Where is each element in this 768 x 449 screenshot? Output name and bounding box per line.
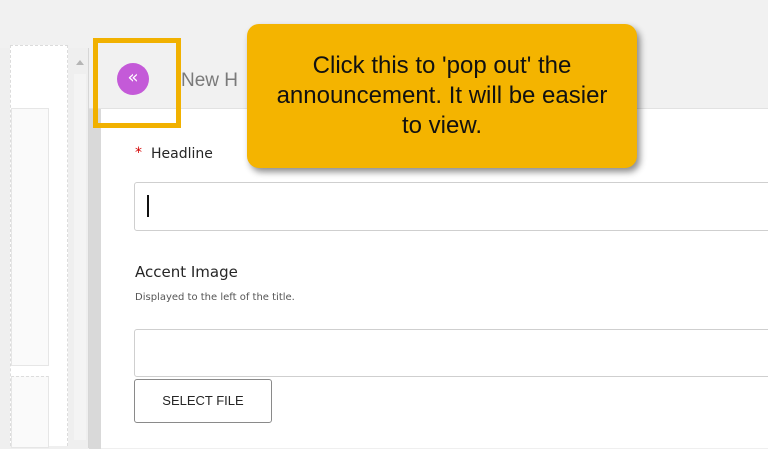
dialog-title: New H (181, 70, 239, 91)
accent-image-file-field[interactable] (134, 329, 768, 377)
instruction-callout: Click this to 'pop out' the announcement… (247, 24, 637, 168)
select-file-button[interactable]: SELECT FILE (134, 379, 272, 423)
left-panel (10, 45, 68, 448)
accent-image-help: Displayed to the left of the title. (135, 292, 295, 303)
left-panel-box (11, 376, 49, 448)
dialog-side-gutter (89, 109, 101, 449)
callout-text: Click this to 'pop out' the announcement… (276, 52, 608, 139)
required-marker: * (135, 145, 142, 161)
headline-input[interactable] (134, 182, 768, 231)
left-panel-box (11, 108, 49, 366)
headline-label: Headline (151, 146, 213, 162)
scroll-up-arrow-icon[interactable] (76, 60, 84, 65)
accent-image-label: Accent Image (135, 263, 238, 281)
scrollbar-track[interactable] (74, 74, 86, 440)
popout-highlight-box (93, 38, 181, 128)
text-caret (147, 195, 149, 217)
